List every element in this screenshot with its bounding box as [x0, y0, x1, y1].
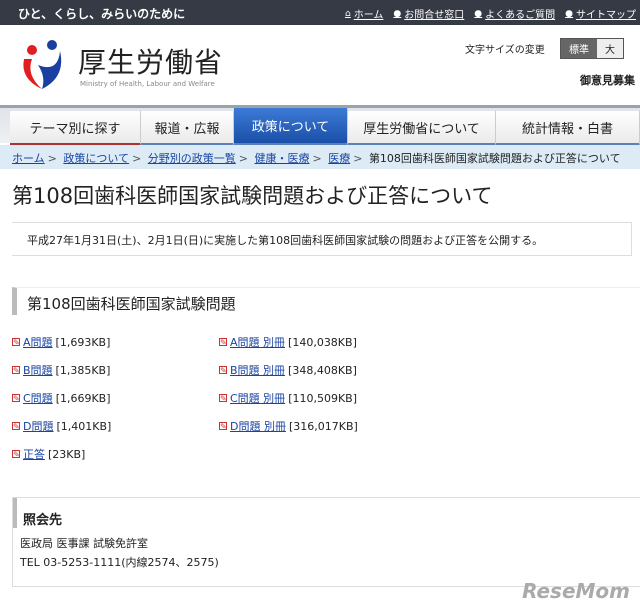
contact-heading: 照会先 [13, 498, 640, 528]
home-link-label: ホーム [353, 10, 384, 21]
file-size: [1,385KB] [55, 363, 111, 377]
summary: 平成27年1月31日(土)、2月1日(日)に実施した第108回歯科医師国家試験の… [12, 222, 632, 256]
pdf-icon: ✎ [219, 338, 227, 347]
font-size-switcher: 標準 大 [560, 38, 624, 59]
font-size-standard-button[interactable]: 標準 [561, 39, 597, 58]
file-link[interactable]: A問題 別冊 [230, 334, 285, 350]
top-bar: ひと、くらし、みらいのために ⌂ ホーム ● お問合せ窓口 ● よくあるご質問 ● サイ… [0, 0, 640, 25]
file-item: ✎ B問題 [1,385KB] [12, 362, 110, 378]
file-size: [23KB] [48, 447, 86, 461]
faq-link-label: よくあるご質問 [485, 10, 556, 21]
font-size-large-button[interactable]: 大 [597, 39, 623, 58]
pdf-icon: ✎ [12, 450, 20, 459]
file-item: ✎ A問題 別冊 [140,038KB] [219, 334, 357, 350]
arrow-circle-icon: ● [393, 8, 402, 19]
file-link[interactable]: B問題 別冊 [230, 362, 285, 378]
pdf-icon: ✎ [219, 394, 227, 403]
file-size: [1,669KB] [55, 391, 111, 405]
pdf-icon: ✎ [12, 422, 20, 431]
file-item: ✎ C問題 別冊 [110,509KB] [219, 390, 357, 406]
file-item: ✎ 正答 [23KB] [12, 446, 85, 462]
contact-dept: 医政局 医事課 試験免許室 [20, 537, 148, 550]
pdf-icon: ✎ [219, 366, 227, 375]
file-link[interactable]: D問題 別冊 [230, 418, 286, 434]
file-link[interactable]: C問題 [23, 390, 53, 406]
page-title: 第108回歯科医師国家試験問題および正答について [12, 184, 493, 208]
font-size-label: 文字サイズの変更 [465, 45, 545, 56]
arrow-circle-icon: ● [474, 8, 483, 19]
tagline: ひと、くらし、みらいのために [18, 7, 186, 21]
file-size: [348,408KB] [288, 363, 357, 377]
nav-tab-press[interactable]: 報道・広報 [141, 111, 234, 146]
contact-link[interactable]: ● お問合せ窓口 [393, 6, 465, 22]
breadcrumb-link[interactable]: 健康・医療 [255, 152, 310, 165]
file-item: ✎ A問題 [1,693KB] [12, 334, 110, 350]
mhlw-logo-icon[interactable] [18, 37, 68, 92]
pdf-icon: ✎ [12, 338, 20, 347]
breadcrumb: ホーム > 政策について > 分野別の政策一覧 > 健康・医療 > 医療 > 第108回歯… [0, 145, 640, 169]
file-size: [316,017KB] [288, 419, 358, 433]
home-icon: ⌂ [345, 8, 351, 19]
nav-tab-policy[interactable]: 政策について [234, 108, 348, 146]
breadcrumb-link[interactable]: 政策について [63, 152, 129, 165]
brand-name[interactable]: 厚生労働省 [78, 41, 223, 81]
section-heading: 第108回歯科医師国家試験問題 [12, 287, 640, 315]
brand-name-en: Ministry of Health, Labour and Welfare [80, 80, 215, 88]
pdf-icon: ✎ [12, 394, 20, 403]
contact-link-label: お問合せ窓口 [404, 10, 465, 21]
file-size: [140,038KB] [288, 335, 357, 349]
file-link[interactable]: 正答 [23, 446, 45, 462]
sitemap-link[interactable]: ● サイトマップ [565, 6, 636, 22]
file-link[interactable]: C問題 別冊 [230, 390, 285, 406]
file-link[interactable]: D問題 [23, 418, 53, 434]
watermark: ReseMom [522, 579, 630, 603]
contact-tel: TEL 03-5253-1111(内線2574、2575) [20, 556, 219, 569]
breadcrumb-link[interactable]: 分野別の政策一覧 [148, 152, 236, 165]
main-nav: テーマ別に探す 報道・広報 政策について 厚生労働省について 統計情報・白書 [0, 105, 640, 146]
nav-tab-theme[interactable]: テーマ別に探す [10, 111, 141, 146]
header: 厚生労働省 Ministry of Health, Labour and Wel… [0, 25, 640, 105]
file-item: ✎ C問題 [1,669KB] [12, 390, 111, 406]
arrow-circle-icon: ● [565, 8, 573, 19]
opinion-link[interactable]: 御意見募集 [580, 72, 635, 88]
nav-tab-statistics[interactable]: 統計情報・白書 [496, 111, 640, 146]
sitemap-link-label: サイトマップ [576, 10, 636, 21]
breadcrumb-link[interactable]: 医療 [328, 152, 350, 165]
file-link[interactable]: B問題 [23, 362, 53, 378]
file-item: ✎ D問題 別冊 [316,017KB] [219, 418, 358, 434]
pdf-icon: ✎ [219, 422, 227, 431]
pdf-icon: ✎ [12, 366, 20, 375]
top-links: ⌂ ホーム ● お問合せ窓口 ● よくあるご質問 ● サイトマップ [345, 6, 636, 22]
file-item: ✎ B問題 別冊 [348,408KB] [219, 362, 357, 378]
file-link[interactable]: A問題 [23, 334, 53, 350]
file-size: [110,509KB] [288, 391, 358, 405]
nav-tab-about[interactable]: 厚生労働省について [348, 111, 496, 146]
file-size: [1,401KB] [56, 419, 112, 433]
file-size: [1,693KB] [55, 335, 111, 349]
breadcrumb-current: 第108回歯科医師国家試験問題および正答について [368, 152, 621, 165]
faq-link[interactable]: ● よくあるご質問 [474, 6, 556, 22]
contact-box: 照会先 医政局 医事課 試験免許室 TEL 03-5253-1111(内線2574… [12, 497, 640, 587]
file-item: ✎ D問題 [1,401KB] [12, 418, 111, 434]
home-link[interactable]: ⌂ ホーム [345, 6, 384, 22]
breadcrumb-link[interactable]: ホーム [12, 152, 45, 165]
